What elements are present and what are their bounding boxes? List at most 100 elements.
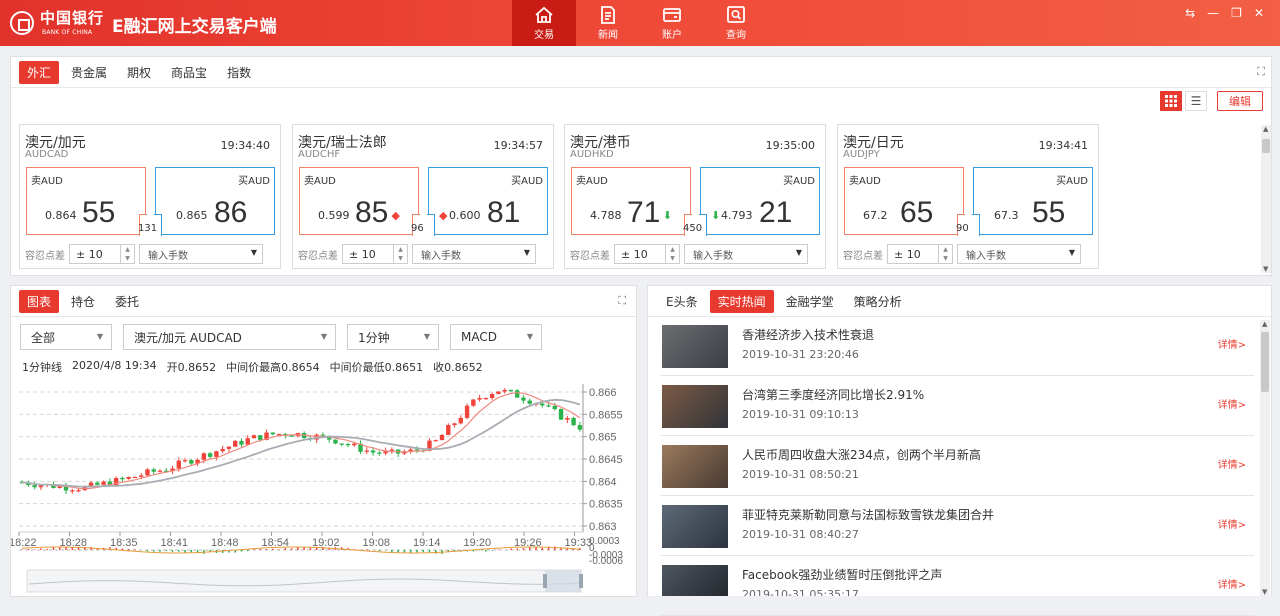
candle-body xyxy=(515,390,520,398)
news-item[interactable]: 香港经济步入技术性衰退 2019-10-31 23:20:46 详情> xyxy=(660,316,1254,376)
tolerance-stepper[interactable]: ± 10 ▲ ▼ xyxy=(342,244,408,264)
minimize-icon[interactable]: — xyxy=(1207,6,1219,20)
expand-icon[interactable]: ⛶ xyxy=(618,294,626,308)
tab-strategy[interactable]: 策略分析 xyxy=(846,290,910,313)
x-tick-label: 19:33 xyxy=(565,537,593,549)
refresh-icon[interactable]: ⇆ xyxy=(1185,6,1195,20)
candle-body xyxy=(239,440,244,445)
sell-button[interactable]: 卖AUD 67.2 65 xyxy=(844,167,965,236)
tab-orders[interactable]: 委托 xyxy=(107,290,147,313)
nav-trade[interactable]: 交易 xyxy=(512,0,576,46)
news-item[interactable]: 人民币周四收盘大涨234点，创两个半月新高 2019-10-31 08:50:21… xyxy=(660,436,1254,496)
quote-time: 19:34:57 xyxy=(493,139,543,152)
app-title: E融汇网上交易客户端 xyxy=(112,17,277,37)
buy-button[interactable]: 买AUD ◆ 0.600 81 xyxy=(427,167,548,236)
buy-button[interactable]: 买AUD 67.3 55 xyxy=(972,167,1093,236)
news-detail-link[interactable]: 详情> xyxy=(1218,576,1246,591)
candle-body xyxy=(233,440,238,447)
tab-options[interactable]: 期权 xyxy=(119,61,159,84)
nav-news[interactable]: 新闻 xyxy=(576,0,640,46)
candle-body xyxy=(214,451,219,457)
title-bar: 中国银行 BANK OF CHINA E融汇网上交易客户端 交易 新闻 账户 查… xyxy=(0,0,1280,46)
candle-body xyxy=(151,469,156,472)
order-row: 容忍点差 ± 10 ▲ ▼ 输入手数 ▼ xyxy=(298,244,536,264)
news-scrollbar[interactable]: ▲ ▼ xyxy=(1260,320,1270,596)
quote-card[interactable]: 澳元/日元 AUDJPY 19:34:41 卖AUD 67.2 65 买AUD 67.3 55 9… xyxy=(837,124,1099,269)
candle-body xyxy=(113,478,119,486)
info-period: 1分钟线 xyxy=(22,361,62,374)
candle-body xyxy=(377,452,382,454)
news-item[interactable]: 菲亚特克莱斯勒同意与法国标致雪铁龙集团合并 2019-10-31 08:40:27… xyxy=(660,496,1254,556)
info-high: 中间价最高0.8654 xyxy=(226,361,320,374)
main-nav: 交易 新闻 账户 查询 xyxy=(512,0,768,46)
candle-body xyxy=(446,425,451,435)
tab-precious-metals[interactable]: 贵金属 xyxy=(63,61,115,84)
nav-query[interactable]: 查询 xyxy=(704,0,768,46)
tolerance-stepper[interactable]: ± 10 ▲ ▼ xyxy=(69,244,135,264)
news-detail-link[interactable]: 详情> xyxy=(1218,396,1246,411)
tab-chart[interactable]: 图表 xyxy=(19,290,60,313)
edit-button[interactable]: 编辑 xyxy=(1217,91,1263,111)
nav-account[interactable]: 账户 xyxy=(640,0,704,46)
tab-finance-school[interactable]: 金融学堂 xyxy=(778,290,842,313)
tab-index[interactable]: 指数 xyxy=(219,61,259,84)
tab-positions[interactable]: 持仓 xyxy=(63,290,103,313)
lots-input[interactable]: 输入手数 ▼ xyxy=(957,244,1081,264)
indicator-select[interactable]: MACD ▼ xyxy=(450,324,542,350)
spread-value: 131 xyxy=(138,223,158,234)
buy-button[interactable]: 买AUD ⬇ 4.793 21 xyxy=(699,167,820,236)
list-view-icon[interactable]: ☰ xyxy=(1185,91,1207,111)
candle-body xyxy=(483,398,489,400)
category-select[interactable]: 全部 ▼ xyxy=(20,324,112,350)
tab-headlines[interactable]: E头条 xyxy=(658,290,706,313)
candlestick-chart[interactable]: 0.866 0.8655 0.865 0.8645 0.864 0.8635 0.863 18… xyxy=(11,378,636,596)
lots-input[interactable]: 输入手数 ▼ xyxy=(139,244,263,264)
chart-tabs: 图表 持仓 委托 xyxy=(19,290,147,313)
market-scrollbar[interactable]: ▲ ▼ xyxy=(1261,125,1271,273)
tab-forex[interactable]: 外汇 xyxy=(19,61,60,84)
home-icon xyxy=(535,6,553,23)
lots-input[interactable]: 输入手数 ▼ xyxy=(412,244,536,264)
sell-price-pips: 71 xyxy=(627,196,661,229)
tab-hot-news[interactable]: 实时热闻 xyxy=(709,290,774,313)
news-item[interactable]: 台湾第三季度经济同比增长2.91% 2019-10-31 09:10:13 详情> xyxy=(660,376,1254,436)
news-detail-link[interactable]: 详情> xyxy=(1218,456,1246,471)
news-tabs: E头条 实时热闻 金融学堂 策略分析 xyxy=(658,290,910,313)
down-arrow-icon: ⬇ xyxy=(711,209,721,222)
period-select[interactable]: 1分钟 ▼ xyxy=(347,324,439,350)
buy-button[interactable]: 买AUD 0.865 86 xyxy=(154,167,275,236)
news-date: 2019-10-31 09:10:13 xyxy=(742,408,859,421)
candle-body xyxy=(76,490,81,492)
news-detail-link[interactable]: 详情> xyxy=(1218,516,1246,531)
candle-body xyxy=(38,485,44,488)
sell-price-prefix: 0.599 xyxy=(318,209,350,222)
tab-commodities[interactable]: 商品宝 xyxy=(163,61,215,84)
tolerance-stepper[interactable]: ± 10 ▲ ▼ xyxy=(614,244,680,264)
x-tick-label: 18:41 xyxy=(161,537,189,549)
sell-price-prefix: 0.864 xyxy=(45,209,77,222)
x-tick-label: 19:20 xyxy=(464,537,492,549)
quote-card[interactable]: 澳元/瑞士法郎 AUDCHF 19:34:57 卖AUD 0.599 85 ◆ 买AUD ◆ 0.… xyxy=(292,124,554,269)
news-detail-link[interactable]: 详情> xyxy=(1218,336,1246,351)
pair-select[interactable]: 澳元/加元 AUDCAD ▼ xyxy=(123,324,336,350)
candle-body xyxy=(502,389,507,392)
lots-input[interactable]: 输入手数 ▼ xyxy=(684,244,808,264)
restore-icon[interactable]: ❐ xyxy=(1231,6,1242,20)
tolerance-stepper[interactable]: ± 10 ▲ ▼ xyxy=(887,244,953,264)
quote-card[interactable]: 澳元/港币 AUDHKD 19:35:00 卖AUD 4.788 71 ⬇ 买AUD ⬇ 4.79… xyxy=(564,124,826,269)
close-icon[interactable]: ✕ xyxy=(1254,6,1264,20)
candle-body xyxy=(521,397,526,401)
sell-button[interactable]: 卖AUD 0.864 55 xyxy=(26,167,147,236)
sell-label: 卖AUD xyxy=(576,176,608,187)
y-tick-label: 0.863 xyxy=(589,521,617,533)
quote-card[interactable]: 澳元/加元 AUDCAD 19:34:40 卖AUD 0.864 55 买AUD 0.865 8… xyxy=(19,124,281,269)
sell-button[interactable]: 卖AUD 0.599 85 ◆ xyxy=(299,167,420,236)
window-controls: ⇆ — ❐ ✕ xyxy=(1185,6,1264,20)
expand-icon[interactable]: ⛶ xyxy=(1257,65,1265,79)
sell-price-pips: 65 xyxy=(900,196,934,229)
sell-button[interactable]: 卖AUD 4.788 71 ⬇ xyxy=(571,167,692,236)
grid-view-icon[interactable] xyxy=(1160,91,1182,111)
buy-label: 买AUD xyxy=(238,176,270,187)
candle-body xyxy=(452,423,457,426)
candle-body xyxy=(207,453,213,457)
